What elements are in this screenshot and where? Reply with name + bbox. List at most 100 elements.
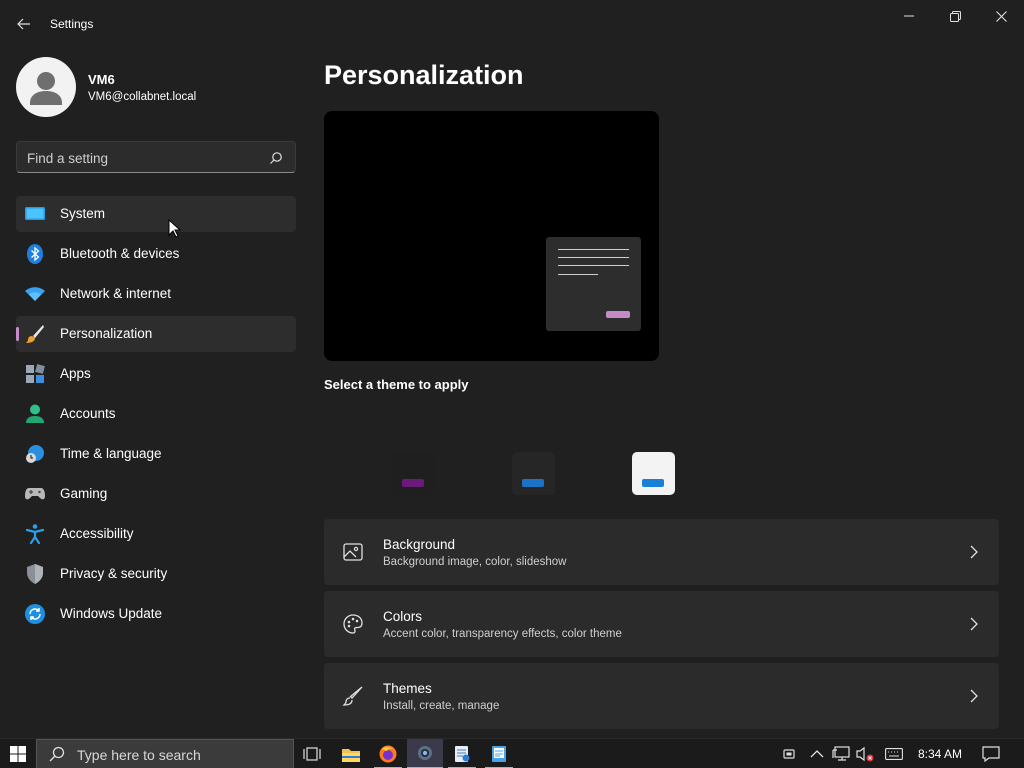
search-box[interactable] bbox=[16, 141, 296, 173]
sidebar-item-network[interactable]: Network & internet bbox=[16, 276, 296, 312]
document-app-button[interactable] bbox=[481, 739, 517, 768]
preview-window bbox=[546, 237, 641, 331]
restore-button[interactable] bbox=[932, 0, 978, 32]
sidebar-item-label: System bbox=[60, 206, 106, 221]
palette-icon bbox=[343, 614, 363, 634]
search-input[interactable] bbox=[27, 148, 267, 168]
colors-card[interactable]: Colors Accent color, transparency effect… bbox=[324, 591, 999, 657]
sidebar-item-accessibility[interactable]: Accessibility bbox=[16, 516, 296, 552]
select-theme-label: Select a theme to apply bbox=[324, 377, 469, 392]
file-explorer-button[interactable] bbox=[333, 739, 369, 768]
themes-card[interactable]: Themes Install, create, manage bbox=[324, 663, 999, 729]
card-title: Colors bbox=[383, 609, 423, 624]
sidebar-item-system[interactable]: System bbox=[16, 196, 296, 232]
sidebar-item-windows-update[interactable]: Windows Update bbox=[16, 596, 296, 632]
taskbar: 8:34 AM bbox=[0, 738, 1024, 768]
sidebar-item-personalization[interactable]: Personalization bbox=[16, 316, 296, 352]
sidebar-item-accounts[interactable]: Accounts bbox=[16, 396, 296, 432]
task-view-icon bbox=[303, 747, 321, 761]
shield-icon bbox=[25, 564, 45, 584]
sidebar-item-label: Apps bbox=[60, 366, 91, 381]
document-app-icon bbox=[492, 746, 506, 762]
brush-icon bbox=[342, 686, 363, 706]
avatar[interactable] bbox=[16, 57, 76, 117]
sidebar-item-bluetooth[interactable]: Bluetooth & devices bbox=[16, 236, 296, 272]
chevron-right-icon bbox=[970, 689, 978, 703]
notification-icon[interactable] bbox=[982, 745, 1000, 763]
settings-app-button[interactable] bbox=[407, 739, 443, 768]
notepad-icon bbox=[455, 746, 470, 762]
system-display-icon bbox=[25, 204, 45, 224]
background-card[interactable]: Background Background image, color, slid… bbox=[324, 519, 999, 585]
card-title: Background bbox=[383, 537, 456, 552]
firefox-icon bbox=[379, 745, 397, 763]
search-icon bbox=[49, 746, 65, 762]
theme-thumbnail[interactable] bbox=[392, 452, 435, 495]
accessibility-icon bbox=[25, 524, 45, 544]
firefox-button[interactable] bbox=[370, 739, 406, 768]
card-subtitle: Background image, color, slideshow bbox=[383, 556, 567, 568]
window-controls bbox=[886, 0, 1024, 32]
theme-accent-bar bbox=[522, 479, 544, 487]
sidebar-item-time-language[interactable]: Time & language bbox=[16, 436, 296, 472]
network-icon[interactable] bbox=[832, 745, 850, 763]
preview-accent-button bbox=[606, 311, 630, 318]
sidebar-item-label: Network & internet bbox=[60, 286, 172, 301]
page-title: Personalization bbox=[324, 60, 524, 90]
close-icon bbox=[995, 10, 1007, 22]
card-subtitle: Accent color, transparency effects, colo… bbox=[383, 628, 622, 640]
apps-icon bbox=[25, 364, 45, 384]
sidebar-item-apps[interactable]: Apps bbox=[16, 356, 296, 392]
chevron-right-icon bbox=[970, 617, 978, 631]
image-icon bbox=[343, 543, 363, 561]
card-subtitle: Install, create, manage bbox=[383, 700, 500, 712]
theme-preview bbox=[324, 111, 659, 361]
profile-name: VM6 bbox=[88, 72, 115, 87]
sidebar-item-privacy[interactable]: Privacy & security bbox=[16, 556, 296, 592]
meet-now-icon[interactable] bbox=[780, 745, 798, 763]
sidebar-item-label: Accessibility bbox=[60, 526, 134, 541]
wifi-icon bbox=[25, 284, 45, 304]
sidebar-item-label: Personalization bbox=[60, 326, 153, 341]
user-icon bbox=[30, 72, 62, 105]
sidebar-nav: System Bluetooth & devices Network & int… bbox=[16, 196, 296, 636]
title-bar: Settings bbox=[0, 0, 1024, 48]
back-button[interactable] bbox=[14, 12, 34, 36]
keyboard-icon[interactable] bbox=[885, 745, 903, 763]
theme-thumbnail[interactable] bbox=[632, 452, 675, 495]
sidebar-item-label: Privacy & security bbox=[60, 566, 168, 581]
accounts-icon bbox=[25, 404, 45, 424]
notepad-button[interactable] bbox=[444, 739, 480, 768]
sidebar-item-label: Accounts bbox=[60, 406, 116, 421]
taskbar-clock[interactable]: 8:34 AM bbox=[918, 747, 962, 761]
paintbrush-icon bbox=[25, 324, 45, 344]
back-arrow-icon bbox=[17, 18, 30, 30]
gamepad-icon bbox=[25, 484, 45, 504]
minimize-button[interactable] bbox=[886, 0, 932, 32]
sidebar-item-label: Bluetooth & devices bbox=[60, 246, 180, 261]
card-title: Themes bbox=[383, 681, 432, 696]
chevron-right-icon bbox=[970, 545, 978, 559]
chevron-up-icon[interactable] bbox=[808, 745, 826, 763]
restore-icon bbox=[949, 10, 961, 22]
search-icon bbox=[270, 152, 282, 164]
taskbar-search-input[interactable] bbox=[77, 745, 277, 765]
globe-clock-icon bbox=[25, 444, 45, 464]
task-view-button[interactable] bbox=[294, 739, 330, 768]
settings-app-icon bbox=[418, 746, 432, 760]
bluetooth-icon bbox=[25, 244, 45, 264]
volume-muted-icon[interactable] bbox=[856, 745, 874, 763]
sidebar-item-label: Windows Update bbox=[60, 606, 163, 621]
profile-email: VM6@collabnet.local bbox=[88, 91, 197, 103]
file-explorer-icon bbox=[342, 748, 360, 762]
theme-accent-bar bbox=[402, 479, 424, 487]
sidebar-item-gaming[interactable]: Gaming bbox=[16, 476, 296, 512]
taskbar-search[interactable] bbox=[36, 739, 294, 768]
mouse-cursor-icon bbox=[168, 219, 182, 238]
theme-thumbnail[interactable] bbox=[512, 452, 555, 495]
start-button[interactable] bbox=[0, 739, 36, 768]
close-button[interactable] bbox=[978, 0, 1024, 32]
theme-accent-bar bbox=[642, 479, 664, 487]
update-icon bbox=[25, 604, 45, 624]
windows-logo-icon bbox=[10, 746, 26, 762]
